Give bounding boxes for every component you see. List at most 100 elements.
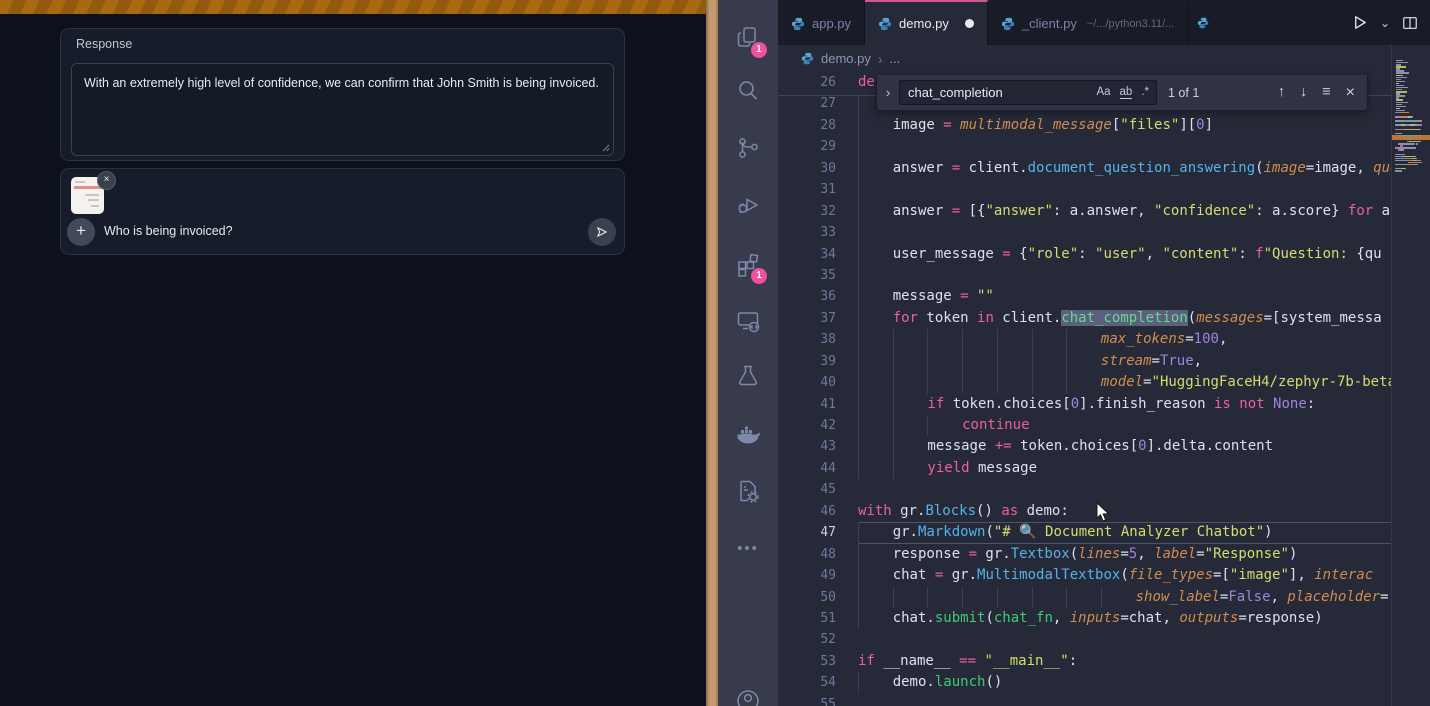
run-file-icon[interactable] xyxy=(1351,14,1368,31)
run-dropdown-icon[interactable]: ⌄ xyxy=(1380,16,1390,30)
find-previous-icon[interactable]: ↑ xyxy=(1278,84,1285,102)
line-number: 31 xyxy=(778,179,858,200)
tab-overflow[interactable] xyxy=(1188,0,1209,45)
explorer-badge: 1 xyxy=(751,42,767,58)
cmake-tools-icon[interactable] xyxy=(735,478,761,504)
response-textarea[interactable]: With an extremely high level of confiden… xyxy=(71,63,614,156)
find-in-selection-icon[interactable]: ≡ xyxy=(1322,84,1330,102)
code-row[interactable]: 35 xyxy=(778,265,1430,286)
line-number: 50 xyxy=(778,587,858,608)
line-number: 28 xyxy=(778,115,858,136)
tab-client-py[interactable]: _client.py ~/.../python3.11/... xyxy=(988,0,1188,45)
chat-input-text[interactable]: Who is being invoiced? xyxy=(104,224,233,238)
code-row[interactable]: 36message = "" xyxy=(778,286,1430,307)
python-icon xyxy=(878,17,892,31)
resize-handle-icon[interactable] xyxy=(600,142,610,152)
app-preview-panel: Response With an extremely high level of… xyxy=(0,0,706,706)
find-next-icon[interactable]: ↓ xyxy=(1300,84,1307,102)
code-row[interactable]: 33 xyxy=(778,222,1430,243)
find-input[interactable]: chat_completion Aa ab .* xyxy=(899,80,1157,105)
code-row[interactable]: 29 xyxy=(778,136,1430,157)
line-number: 41 xyxy=(778,394,858,415)
tab-demo-py[interactable]: demo.py xyxy=(865,0,988,45)
python-icon xyxy=(1001,17,1015,31)
editor-actions: ⌄ xyxy=(1339,0,1430,45)
find-match-count: 1 of 1 xyxy=(1168,86,1199,100)
tab-bar: app.py demo.py _client.py ~ xyxy=(778,0,1430,45)
minimap-content xyxy=(1395,60,1429,174)
run-debug-icon[interactable] xyxy=(735,192,761,218)
code-row[interactable]: 37for token in client.chat_completion(me… xyxy=(778,308,1430,329)
split-editor-icon[interactable] xyxy=(1402,15,1418,31)
line-number: 48 xyxy=(778,544,858,565)
minimap[interactable] xyxy=(1391,45,1430,706)
line-number: 53 xyxy=(778,651,858,672)
code-row[interactable]: 53if __name__ == "__main__": xyxy=(778,651,1430,672)
match-case-icon[interactable]: Aa xyxy=(1096,86,1110,99)
find-widget: › chat_completion Aa ab .* 1 of 1 ↑ ↓ ≡ … xyxy=(876,75,1368,111)
code-row[interactable]: 54demo.launch() xyxy=(778,672,1430,693)
line-number: 47 xyxy=(778,522,858,543)
code-row[interactable]: 40model="HuggingFaceH4/zephyr-7b-beta xyxy=(778,372,1430,393)
python-icon xyxy=(1197,16,1209,30)
python-icon xyxy=(801,52,814,65)
remote-explorer-icon[interactable] xyxy=(735,308,761,334)
search-icon[interactable] xyxy=(735,78,761,104)
find-query: chat_completion xyxy=(908,85,1003,100)
code-row[interactable]: 42continue xyxy=(778,415,1430,436)
code-row[interactable]: 39stream=True, xyxy=(778,351,1430,372)
code-row[interactable]: 55 xyxy=(778,694,1430,706)
line-number: 34 xyxy=(778,244,858,265)
code-row[interactable]: 50show_label=False, placeholder= xyxy=(778,587,1430,608)
code-row[interactable]: 51chat.submit(chat_fn, inputs=chat, outp… xyxy=(778,608,1430,629)
line-number: 49 xyxy=(778,565,858,586)
line-number: 39 xyxy=(778,351,858,372)
multimodal-textbox[interactable]: × + Who is being invoiced? xyxy=(60,168,625,255)
source-control-icon[interactable] xyxy=(735,135,761,161)
code-row[interactable]: 47gr.Markdown("# 🔍 Document Analyzer Cha… xyxy=(778,522,1430,543)
testing-beaker-icon[interactable] xyxy=(735,363,761,389)
breadcrumb-separator-icon: › xyxy=(878,51,883,67)
regex-icon[interactable]: .* xyxy=(1141,86,1149,99)
line-number: 38 xyxy=(778,329,858,350)
mouse-cursor xyxy=(1096,502,1111,523)
code-row[interactable]: 43message += token.choices[0].delta.cont… xyxy=(778,436,1430,457)
add-file-button[interactable]: + xyxy=(67,218,95,246)
code-row[interactable]: 28image = multimodal_message["files"][0] xyxy=(778,115,1430,136)
code-row[interactable]: 34user_message = {"role": "user", "conte… xyxy=(778,244,1430,265)
code-row[interactable]: 32answer = [{"answer": a.answer, "confid… xyxy=(778,201,1430,222)
breadcrumb-symbol[interactable]: ... xyxy=(890,51,901,66)
code-lines[interactable]: 26def chat_fn(multimodal_message):2728im… xyxy=(778,72,1430,706)
tab-label: demo.py xyxy=(899,16,949,31)
code-row[interactable]: 48response = gr.Textbox(lines=5, label="… xyxy=(778,544,1430,565)
code-row[interactable]: 52 xyxy=(778,629,1430,650)
activity-bar: 1 1 xyxy=(718,0,778,706)
breadcrumb[interactable]: demo.py › ... xyxy=(778,45,1430,72)
line-number: 51 xyxy=(778,608,858,629)
code-row[interactable]: 38max_tokens=100, xyxy=(778,329,1430,350)
chat-input-row: + Who is being invoiced? xyxy=(61,217,624,247)
code-row[interactable]: 45 xyxy=(778,479,1430,500)
docker-icon[interactable] xyxy=(735,422,761,448)
code-row[interactable]: 41if token.choices[0].finish_reason is n… xyxy=(778,394,1430,415)
modified-dot-icon[interactable] xyxy=(965,19,974,28)
line-number: 33 xyxy=(778,222,858,243)
close-find-icon[interactable]: × xyxy=(1346,84,1355,102)
panel-divider[interactable] xyxy=(706,0,718,706)
line-number: 40 xyxy=(778,372,858,393)
code-row[interactable]: 31 xyxy=(778,179,1430,200)
tab-app-py[interactable]: app.py xyxy=(778,0,865,45)
line-number: 36 xyxy=(778,286,858,307)
browser-top-bar xyxy=(0,0,706,14)
account-icon[interactable] xyxy=(735,688,761,706)
code-row[interactable]: 44yield message xyxy=(778,458,1430,479)
whole-word-icon[interactable]: ab xyxy=(1120,86,1133,99)
breadcrumb-file[interactable]: demo.py xyxy=(821,51,871,66)
code-row[interactable]: 49chat = gr.MultimodalTextbox(file_types… xyxy=(778,565,1430,586)
attachment-close-button[interactable]: × xyxy=(97,171,116,190)
toggle-replace-icon[interactable]: › xyxy=(877,85,899,100)
more-actions-icon[interactable]: ••• xyxy=(735,540,761,566)
editor-group: app.py demo.py _client.py ~ xyxy=(778,0,1430,706)
code-row[interactable]: 30answer = client.document_question_answ… xyxy=(778,158,1430,179)
send-button[interactable] xyxy=(588,218,616,246)
